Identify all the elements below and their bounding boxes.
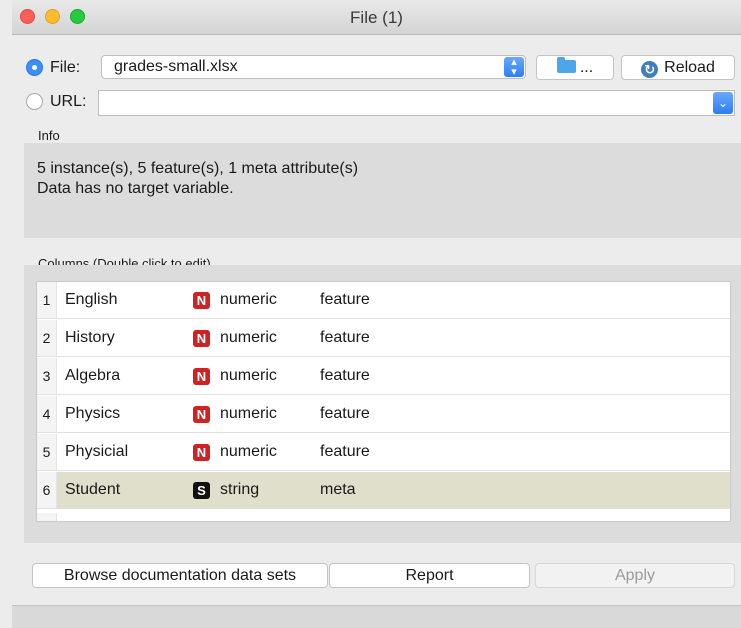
file-select-value: grades-small.xlsx	[114, 58, 238, 75]
table-row[interactable]: 2 History N numeric feature	[37, 320, 730, 357]
column-name[interactable]: History	[65, 320, 115, 356]
columns-table[interactable]: 1 English N numeric feature 2 History N …	[36, 281, 731, 522]
row-number: 5	[37, 434, 57, 470]
file-select[interactable]: grades-small.xlsx ▴ ▾	[101, 55, 526, 79]
file-widget: File: grades-small.xlsx ▴ ▾ ... ↻ Reload U…	[12, 35, 741, 605]
info-target: Data has no target variable.	[37, 180, 234, 197]
column-name[interactable]: Algebra	[65, 358, 120, 394]
table-row[interactable]: 1 English N numeric feature	[37, 282, 730, 319]
reload-button[interactable]: ↻ Reload	[621, 55, 735, 80]
row-number: 3	[37, 358, 57, 394]
numeric-type-icon: N	[193, 406, 210, 423]
table-row[interactable]: 3 Algebra N numeric feature	[37, 358, 730, 395]
column-name[interactable]: Physicial	[65, 434, 128, 470]
reload-button-label: Reload	[664, 59, 715, 76]
url-label: URL:	[50, 93, 87, 110]
column-role[interactable]: feature	[320, 396, 370, 432]
apply-button[interactable]: Apply	[535, 563, 735, 588]
column-role[interactable]: feature	[320, 358, 370, 394]
info-box: 5 instance(s), 5 feature(s), 1 meta attr…	[24, 143, 741, 238]
column-type[interactable]: numeric	[220, 320, 277, 356]
window-title: File (1)	[350, 8, 403, 27]
table-row-selected[interactable]: 6 Student S string meta	[37, 472, 730, 509]
folder-icon	[556, 57, 576, 73]
url-radio[interactable]	[26, 93, 43, 110]
url-combo[interactable]: ⌄	[98, 90, 735, 116]
string-type-icon: S	[193, 482, 210, 499]
column-role[interactable]: meta	[320, 472, 356, 508]
numeric-type-icon: N	[193, 444, 210, 461]
column-name[interactable]: English	[65, 282, 117, 318]
row-number: 1	[37, 282, 57, 318]
numeric-type-icon: N	[193, 292, 210, 309]
column-name[interactable]: Student	[65, 472, 120, 508]
report-button[interactable]: Report	[329, 563, 530, 588]
numeric-type-icon: N	[193, 368, 210, 385]
url-input[interactable]	[103, 92, 707, 116]
column-name[interactable]: Physics	[65, 396, 120, 432]
updown-arrows-icon: ▴ ▾	[504, 57, 524, 78]
browse-documentation-button[interactable]: Browse documentation data sets	[32, 563, 328, 588]
browse-button-label: ...	[579, 59, 594, 76]
column-type[interactable]: string	[220, 472, 259, 508]
column-role[interactable]: feature	[320, 320, 370, 356]
column-role[interactable]: feature	[320, 282, 370, 318]
file-radio[interactable]	[26, 59, 43, 76]
column-type[interactable]: numeric	[220, 282, 277, 318]
info-heading: Info	[38, 128, 60, 143]
columns-box: 1 English N numeric feature 2 History N …	[24, 265, 741, 543]
browse-button[interactable]: ...	[536, 55, 614, 80]
row-number-empty	[37, 513, 57, 521]
column-type[interactable]: numeric	[220, 358, 277, 394]
column-type[interactable]: numeric	[220, 434, 277, 470]
table-empty-row	[37, 513, 730, 521]
row-number: 2	[37, 320, 57, 356]
column-role[interactable]: feature	[320, 434, 370, 470]
reload-icon: ↻	[641, 61, 659, 78]
chevron-down-icon[interactable]: ⌄	[713, 92, 733, 114]
row-number: 4	[37, 396, 57, 432]
info-summary: 5 instance(s), 5 feature(s), 1 meta attr…	[37, 160, 359, 177]
table-row[interactable]: 5 Physicial N numeric feature	[37, 434, 730, 471]
table-row[interactable]: 4 Physics N numeric feature	[37, 396, 730, 433]
row-number: 6	[37, 472, 57, 508]
numeric-type-icon: N	[193, 330, 210, 347]
title-bar: File (1)	[12, 0, 741, 35]
file-label: File:	[50, 59, 81, 76]
status-bar	[12, 605, 741, 628]
column-type[interactable]: numeric	[220, 396, 277, 432]
